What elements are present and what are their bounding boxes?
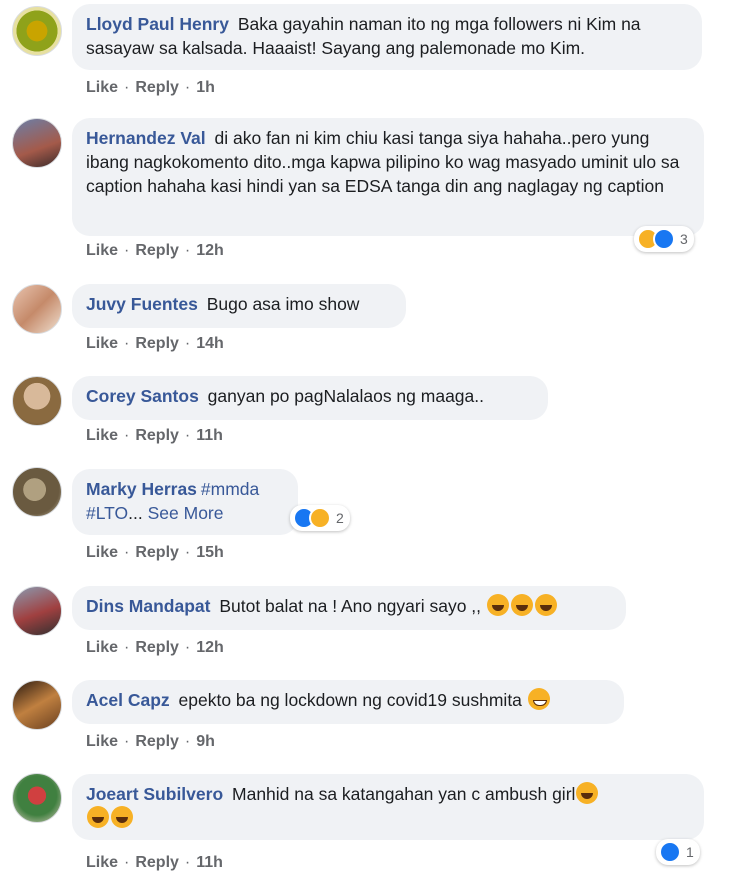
like-link[interactable]: Like	[86, 242, 118, 259]
avatar[interactable]	[12, 773, 62, 823]
comment-actions: Like · Reply · 12h	[86, 639, 224, 656]
like-link[interactable]: Like	[86, 544, 118, 561]
haha-icon	[309, 507, 331, 529]
comment-time[interactable]: 11h	[196, 854, 223, 871]
comment-time[interactable]: 12h	[196, 242, 224, 259]
reply-link[interactable]: Reply	[135, 733, 179, 750]
comment-bubble: Hernandez Val di ako fan ni kim chiu kas…	[72, 118, 704, 236]
comment-time[interactable]: 11h	[196, 427, 223, 444]
comment-time[interactable]: 14h	[196, 335, 224, 352]
comment-text: ganyan po pagNalalaos ng maaga..	[202, 386, 484, 406]
avatar[interactable]	[12, 586, 62, 636]
avatar[interactable]	[12, 467, 62, 517]
comment-actions: Like · Reply · 9h	[86, 733, 215, 750]
like-link[interactable]: Like	[86, 733, 118, 750]
ellipsis: ...	[128, 503, 143, 523]
comment-actions: Like · Reply · 1h	[86, 79, 215, 96]
comment-actions: Like · Reply · 12h	[86, 242, 224, 259]
laughing-emoji	[576, 782, 599, 804]
reaction-count: 2	[336, 510, 344, 526]
reply-link[interactable]: Reply	[135, 639, 179, 656]
comment-text: epekto ba ng lockdown ng covid19 sushmit…	[173, 690, 522, 710]
comment-bubble: Corey Santos ganyan po pagNalalaos ng ma…	[72, 376, 548, 420]
laughing-emoji	[111, 806, 133, 828]
comment-author[interactable]: Juvy Fuentes	[86, 294, 198, 314]
comment-actions: Like · Reply · 15h	[86, 544, 224, 561]
comment-time[interactable]: 12h	[196, 639, 224, 656]
comment-actions: Like · Reply · 14h	[86, 335, 224, 352]
reaction-count: 1	[686, 844, 694, 860]
like-icon	[653, 228, 675, 250]
reaction-count: 3	[680, 231, 688, 247]
reply-link[interactable]: Reply	[135, 544, 179, 561]
reply-link[interactable]: Reply	[135, 335, 179, 352]
comment-bubble: Marky Herras #mmda #LTO... See More	[72, 469, 298, 535]
rofl-emoji	[510, 594, 533, 616]
comment-text: Manhid na sa katangahan yan c ambush gir…	[227, 784, 576, 804]
comment-bubble: Lloyd Paul Henry Baka gayahin naman ito …	[72, 4, 702, 70]
comment-text: Butot balat na ! Ano ngyari sayo ,,	[214, 596, 482, 616]
sweat-smile-emoji	[527, 688, 550, 710]
comment-text: Bugo asa imo show	[201, 294, 360, 314]
reply-link[interactable]: Reply	[135, 79, 179, 96]
hashtag-link[interactable]: #LTO	[86, 503, 128, 523]
rofl-emoji	[486, 594, 509, 616]
comment-time[interactable]: 1h	[196, 79, 215, 96]
comment-actions: Like · Reply · 11h	[86, 854, 223, 871]
avatar[interactable]	[12, 284, 62, 334]
like-link[interactable]: Like	[86, 639, 118, 656]
like-link[interactable]: Like	[86, 427, 118, 444]
rofl-emoji	[534, 594, 557, 616]
reaction-summary[interactable]: 3	[634, 226, 694, 252]
comment-author[interactable]: Marky Herras	[86, 479, 197, 499]
comment-bubble: Juvy Fuentes Bugo asa imo show	[72, 284, 406, 328]
comment-author[interactable]: Acel Capz	[86, 690, 170, 710]
comment-author[interactable]: Hernandez Val	[86, 128, 206, 148]
reply-link[interactable]: Reply	[135, 854, 179, 871]
comment-time[interactable]: 9h	[196, 733, 215, 750]
comment-bubble: Acel Capz epekto ba ng lockdown ng covid…	[72, 680, 624, 724]
like-icon	[659, 841, 681, 863]
avatar[interactable]	[12, 6, 62, 56]
comment-author[interactable]: Joeart Subilvero	[86, 784, 223, 804]
comment-author[interactable]: Lloyd Paul Henry	[86, 14, 229, 34]
reaction-summary[interactable]: 2	[290, 505, 350, 531]
see-more-link[interactable]: See More	[148, 503, 224, 523]
comment-actions: Like · Reply · 11h	[86, 427, 223, 444]
comment-time[interactable]: 15h	[196, 544, 224, 561]
comment-author[interactable]: Corey Santos	[86, 386, 199, 406]
avatar[interactable]	[12, 118, 62, 168]
comment-author[interactable]: Dins Mandapat	[86, 596, 210, 616]
like-link[interactable]: Like	[86, 79, 118, 96]
comment-bubble: Dins Mandapat Butot balat na ! Ano ngyar…	[72, 586, 626, 630]
reaction-summary[interactable]: 1	[656, 839, 700, 865]
comment-bubble: Joeart Subilvero Manhid na sa katangahan…	[72, 774, 704, 840]
like-link[interactable]: Like	[86, 854, 118, 871]
avatar[interactable]	[12, 376, 62, 426]
avatar[interactable]	[12, 680, 62, 730]
like-link[interactable]: Like	[86, 335, 118, 352]
laughing-emoji	[87, 806, 109, 828]
reply-link[interactable]: Reply	[135, 427, 179, 444]
reply-link[interactable]: Reply	[135, 242, 179, 259]
hashtag-link[interactable]: #mmda	[201, 479, 259, 499]
